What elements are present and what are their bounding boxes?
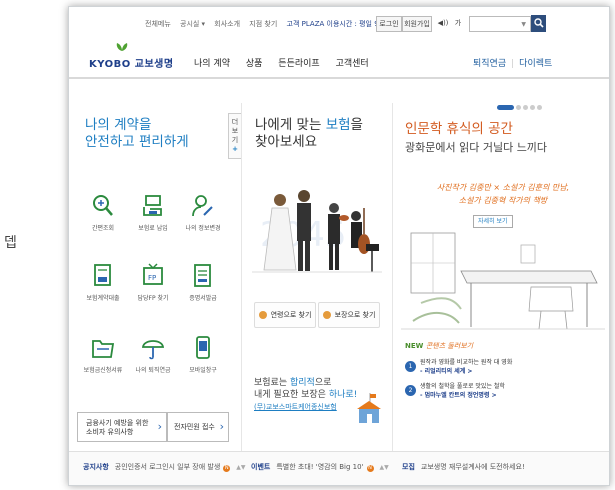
hand-coin-icon xyxy=(143,195,162,216)
search-icon xyxy=(533,18,544,28)
scroll-arrows-icon[interactable]: ▲▼ xyxy=(236,464,245,471)
plus-icon: + xyxy=(232,145,238,153)
right-menu: 퇴직연금 | 다이렉트 xyxy=(473,56,552,69)
new-content-label: NEW 콘텐츠 둘러보기 xyxy=(405,342,474,350)
coverage-icon xyxy=(322,311,331,319)
logo-leaf-icon xyxy=(116,43,128,51)
chevron-right-icon: › xyxy=(157,420,162,433)
search-button[interactable] xyxy=(531,15,546,32)
service-claim-docs[interactable]: 보험금신청서류 xyxy=(79,335,127,374)
service-premium-payment[interactable]: 보험료 납입 xyxy=(129,193,177,232)
panel3-subtitle: 광화문에서 읽다 거닐다 느끼다 xyxy=(405,141,548,154)
smart-care-promo: 보험료는 합리적으로 내게 필요한 보장은 하나로! (무)교보스마트케어종신보… xyxy=(254,378,358,411)
new-badge: N xyxy=(366,465,374,472)
service-find-fp[interactable]: FP 담당FP 찾기 xyxy=(129,263,177,302)
menu-products[interactable]: 상품 xyxy=(246,59,263,69)
menu-life[interactable]: 든든라이프 xyxy=(278,59,319,69)
house-illustration xyxy=(357,393,381,423)
panel2-title: 나에게 맞는 보험을 찾아보세요 xyxy=(255,117,363,150)
menu-my-contract[interactable]: 나의 계약 xyxy=(194,59,230,69)
svg-text:FP: FP xyxy=(148,274,156,282)
content-item-1[interactable]: 원작과 영화를 비교하는 원작 대 영화 - 리얼리티의 세계 > xyxy=(420,358,512,376)
smart-care-link[interactable]: (무)교보스마트케어종신보험 xyxy=(254,403,337,411)
chevron-down-icon: ▼ xyxy=(521,21,526,28)
age-icon xyxy=(258,311,267,319)
umbrella-icon xyxy=(141,340,165,360)
content-item-2[interactable]: 생활의 철학을 풀로로 맛있는 철학 - 멈마누엘 칸트의 정언명령 > xyxy=(420,382,505,400)
humanities-panel: 인문학 휴식의 공간 광화문에서 읽다 거닐다 느끼다 사진작가 김중만 × 소… xyxy=(392,103,609,451)
menu-retirement-pension[interactable]: 퇴직연금 xyxy=(473,59,506,69)
service-quick-lookup[interactable]: 간편조회 xyxy=(79,193,127,232)
folder-icon xyxy=(92,340,115,358)
find-by-age-button[interactable]: 연령으로 찾기 xyxy=(254,302,316,328)
recruit-column[interactable]: 모집 교보생명 재무설계사에 도전하세요! xyxy=(402,462,525,472)
side-character: 뎁 xyxy=(4,235,17,251)
item-number-badge: 2 xyxy=(405,385,416,396)
panel3-title: 인문학 휴식의 공간 xyxy=(405,121,513,137)
scroll-arrows-icon[interactable]: ▲▼ xyxy=(380,464,389,471)
main-menu: 나의 계약 상품 든든라이프 고객센터 xyxy=(194,56,382,69)
util-link-branch[interactable]: 지점 찾기 xyxy=(249,20,277,28)
utility-bar: 전체메뉴 공시실 ▾ 회사소개 지점 찾기 고객 PLAZA 이용시간 : 평일… xyxy=(69,15,609,33)
event-column[interactable]: 이벤트 특별한 초대! '영감의 Big 10' N ▲▼ xyxy=(251,462,389,472)
search-input[interactable]: ▼ xyxy=(469,16,531,32)
global-nav: KYOBO 교보생명 나의 계약 상품 든든라이프 고객센터 퇴직연금 | 다이렉트 xyxy=(69,37,609,79)
room-sketch-illustration xyxy=(401,232,605,330)
sound-icon[interactable]: ◀)) xyxy=(436,16,450,30)
more-tab[interactable]: 더보기 + xyxy=(228,113,242,159)
fp-board-icon: FP xyxy=(143,263,163,285)
util-link-company[interactable]: 회사소개 xyxy=(214,20,240,28)
item-number-badge: 1 xyxy=(405,361,416,372)
join-button[interactable]: 회원가입 xyxy=(402,16,432,32)
detail-button[interactable]: 자세히 보기 xyxy=(473,215,513,228)
browser-page: 전체메뉴 공시실 ▾ 회사소개 지점 찾기 고객 PLAZA 이용시간 : 평일… xyxy=(68,6,610,486)
chevron-right-icon: › xyxy=(219,420,224,433)
util-link-disclosure[interactable]: 공시실 ▾ xyxy=(180,20,205,28)
notice-bar: 공지사항 공인인증서 로그인시 일부 장애 발생 N ▲▼ 이벤트 특별한 초대! '영… xyxy=(69,451,609,485)
menu-divider: | xyxy=(511,59,515,69)
person-edit-icon xyxy=(192,195,213,217)
service-contract-loan[interactable]: 보험계약대출 xyxy=(79,263,127,302)
service-info-change[interactable]: 나의 정보변경 xyxy=(179,193,227,232)
login-button[interactable]: 로그인 xyxy=(376,16,402,32)
search-doc-icon xyxy=(93,195,113,216)
fraud-notice-button[interactable]: 금융사기 예방을 위한 소비자 유의사항 › xyxy=(77,412,167,442)
couple-violin-illustration: 2045 xyxy=(252,190,382,273)
money-doc-icon xyxy=(94,264,111,286)
e-complaint-button[interactable]: 전자민원 접수 › xyxy=(167,412,229,442)
handwritten-caption: 사진작가 김중만 × 소설가 김훈의 만남, 소설가 김중혁 작가의 책방 xyxy=(436,183,570,205)
new-badge: N xyxy=(223,465,231,472)
service-certificate[interactable]: 증명서발급 xyxy=(179,263,227,302)
notice-column[interactable]: 공지사항 공인인증서 로그인시 일부 장애 발생 N ▲▼ xyxy=(83,462,246,472)
insurance-finder-panel: 나에게 맞는 보험을찾아보세요 2045 xyxy=(241,103,392,451)
panel1-title: 나의 계약을 안전하고 편리하게 xyxy=(85,117,189,150)
certificate-icon xyxy=(194,264,211,287)
font-size-button[interactable]: 가 xyxy=(452,16,464,30)
util-link-all-menu[interactable]: 전체메뉴 xyxy=(145,20,171,28)
service-my-pension[interactable]: 나의 퇴직연금 xyxy=(129,335,177,374)
my-contract-panel: 나의 계약을 안전하고 편리하게 더보기 + 간편조회 보험료 납입 나의 정보변경… xyxy=(69,103,242,451)
logo-text: KYOBO 교보생명 xyxy=(89,59,174,70)
menu-direct[interactable]: 다이렉트 xyxy=(519,59,552,69)
menu-customer-center[interactable]: 고객센터 xyxy=(336,59,369,69)
mobile-icon xyxy=(196,336,210,359)
find-by-coverage-button[interactable]: 보장으로 찾기 xyxy=(318,302,380,328)
service-mobile-window[interactable]: 모바일창구 xyxy=(179,335,227,374)
